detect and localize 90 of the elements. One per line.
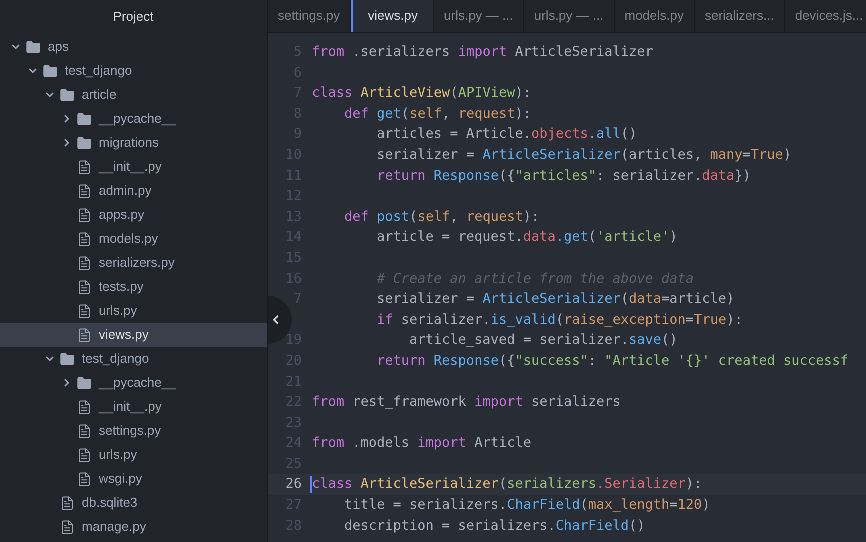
tree-item[interactable]: aps <box>0 35 267 59</box>
tree-item[interactable]: urls.py <box>0 299 267 323</box>
editor-tab[interactable]: urls.py — ... <box>524 0 615 32</box>
tree-item[interactable]: apps.py <box>0 203 267 227</box>
editor-tab[interactable]: serializers... <box>694 0 786 32</box>
code-line: article = request.data.get('article') <box>376 229 678 246</box>
tree-item-label: test_django <box>65 62 132 80</box>
code-line: def post(self, request): <box>344 208 540 225</box>
tree-item[interactable]: db.sqlite3 <box>0 491 267 515</box>
tree-item-label: settings.py <box>99 422 162 440</box>
code-line: if serializer.is_valid(raise_exception=True): <box>376 312 743 328</box>
folder-icon <box>43 64 58 78</box>
tree-item-label: views.py <box>99 326 149 344</box>
code-line: article_saved = serializer.save() <box>408 332 678 348</box>
code-line: return Response({"articles": serializer.data}) <box>376 168 751 184</box>
tree-item-label: migrations <box>99 134 159 152</box>
tree-item-label: __pycache__ <box>99 110 176 128</box>
file-icon <box>77 160 92 174</box>
file-icon <box>60 496 75 510</box>
tree-item-label: __pycache__ <box>99 374 176 392</box>
tree-item-label: manage.py <box>82 518 146 536</box>
tree-item-label: db.sqlite3 <box>82 494 138 512</box>
folder-icon <box>77 376 92 390</box>
code-line: from .models import Article <box>312 435 532 452</box>
tree-item[interactable]: __pycache__ <box>0 371 267 395</box>
file-icon <box>77 424 92 438</box>
code-line: from .serializers import ArticleSerializer <box>312 44 654 60</box>
code-line: class ArticleView(APIView): <box>312 85 532 102</box>
code-line: from rest_framework import serializers <box>312 394 621 410</box>
tree-item-label: article <box>82 86 117 104</box>
tree-item[interactable]: tests.py <box>0 275 267 299</box>
editor-tab[interactable]: urls.py — ... <box>434 0 524 32</box>
tree-item[interactable]: article <box>0 83 267 107</box>
editor-tab[interactable]: views.py <box>351 0 434 32</box>
tree-item[interactable]: admin.py <box>0 179 267 203</box>
file-icon <box>60 520 75 534</box>
tree-item-label: apps.py <box>99 206 145 224</box>
file-icon <box>77 256 92 270</box>
tree-item-label: urls.py <box>99 302 138 320</box>
file-icon <box>77 472 92 486</box>
tree-item-label: models.py <box>99 230 158 248</box>
tree-item[interactable]: __pycache__ <box>0 107 267 131</box>
code-line: class ArticleSerializer(serializers.Serializer): <box>312 476 702 492</box>
editor-tab[interactable]: models.py <box>614 0 695 32</box>
editor-tab[interactable]: devices.js... <box>785 0 866 32</box>
code-line: # Create an article from the above data <box>376 270 694 287</box>
code-line: serializer = ArticleSerializer(data=article) <box>376 291 735 308</box>
code-line: def get(self, request): <box>344 106 532 122</box>
file-icon <box>77 232 92 246</box>
file-icon <box>77 400 92 414</box>
tree-item[interactable]: test_django <box>0 347 267 371</box>
tree-item-label: tests.py <box>99 278 144 296</box>
tree-item[interactable]: __init__.py <box>0 395 267 419</box>
tree-item[interactable]: __init__.py <box>0 155 267 179</box>
tree-item-label: test_django <box>82 350 150 368</box>
tree-item-label: urls.py <box>99 446 138 464</box>
tree-item-label: admin.py <box>99 182 152 200</box>
folder-icon <box>60 352 75 366</box>
file-icon <box>77 448 92 462</box>
file-icon <box>77 280 92 294</box>
folder-icon <box>26 40 41 54</box>
tree-item-label: serializers.py <box>99 254 175 272</box>
file-icon <box>77 184 92 198</box>
file-icon <box>77 304 92 318</box>
folder-icon <box>60 88 75 102</box>
code-line: title = serializers.CharField(max_length=120) <box>344 497 710 514</box>
code-line: serializer = ArticleSerializer(articles, many=True) <box>376 146 792 163</box>
sidebar-title: Project <box>113 8 154 26</box>
file-icon <box>77 208 92 222</box>
tree-item[interactable]: models.py <box>0 227 267 251</box>
code-line: articles = Article.objects.all() <box>376 126 638 142</box>
text-cursor <box>310 476 312 494</box>
tree-item[interactable]: settings.py <box>0 419 267 443</box>
tree-item[interactable]: urls.py <box>0 443 267 467</box>
tree-item-label: __init__.py <box>99 398 162 416</box>
tree-item-label: __init__.py <box>99 158 162 176</box>
code-line: description = serializers.CharField() <box>344 518 646 534</box>
tree-item[interactable]: views.py <box>0 323 267 347</box>
tree-item[interactable]: serializers.py <box>0 251 267 275</box>
tree-item[interactable]: wsgi.py <box>0 467 267 491</box>
folder-icon <box>77 112 92 126</box>
tree-item[interactable]: manage.py <box>0 515 267 539</box>
tree-item-label: aps <box>48 38 69 56</box>
tree-item-label: wsgi.py <box>99 470 142 488</box>
tree-item[interactable]: test_django <box>0 59 267 83</box>
folder-icon <box>77 136 92 150</box>
tree-item[interactable]: migrations <box>0 131 267 155</box>
file-icon <box>77 328 92 342</box>
line-number: 26 <box>286 475 302 494</box>
code-line: return Response({"success": "Article '{}' created successf <box>376 352 848 369</box>
